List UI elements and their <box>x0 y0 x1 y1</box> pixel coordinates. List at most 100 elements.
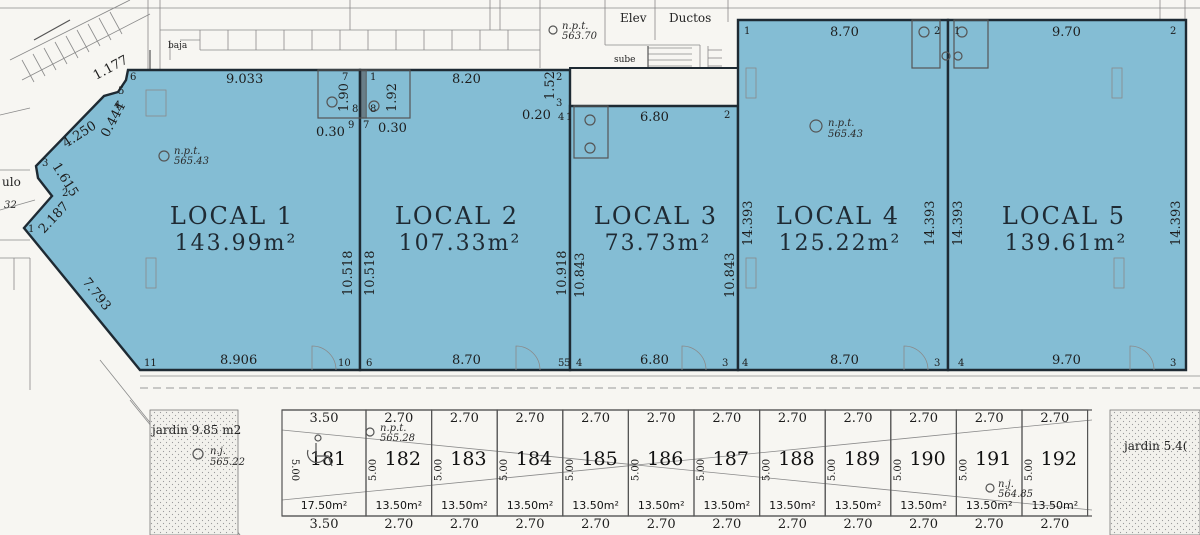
vertex-l4: 1 <box>744 26 750 37</box>
parking-number: 192 <box>1041 448 1077 470</box>
local-2-title: LOCAL 2 <box>395 202 519 230</box>
parking-number: 184 <box>516 448 552 470</box>
svg-text:n.j.: n.j. <box>210 446 226 457</box>
parking-area: 13.50m² <box>441 499 488 512</box>
parking-width-bottom: 2.70 <box>778 517 807 532</box>
vertex-l5: 3 <box>1170 358 1176 369</box>
vertex-l1: 2 <box>62 188 68 199</box>
vertex-l3: 1 <box>566 112 572 123</box>
vertex-l3: 4 <box>576 358 582 369</box>
parking-area: 13.50m² <box>572 499 619 512</box>
dim-l1-right: 10.518 <box>341 251 356 297</box>
parking-width-bottom: 2.70 <box>450 517 479 532</box>
parking-number: 181 <box>310 448 346 470</box>
svg-text:565.22: 565.22 <box>210 457 245 468</box>
local-1-area-label: 143.99m² <box>175 231 298 256</box>
parking-area: 13.50m² <box>638 499 685 512</box>
vertex-l2: 8 <box>370 104 376 115</box>
vertex-l2: 4 <box>558 112 564 123</box>
parking-depth: 5.00 <box>696 459 707 481</box>
parking-depth: 5.00 <box>827 459 838 481</box>
svg-text:n.p.t.: n.p.t. <box>828 118 854 129</box>
parking-depth: 5.00 <box>565 459 576 481</box>
elevator-label: Elev <box>620 11 647 25</box>
svg-text:565.28: 565.28 <box>380 433 415 444</box>
parking-width-top: 2.70 <box>975 411 1004 426</box>
parking-depth: 5.00 <box>289 459 300 481</box>
dim-l4-right: 14.393 <box>923 201 938 247</box>
parking-number: 186 <box>647 448 683 470</box>
stairs-up-label: sube <box>614 55 636 65</box>
dim-l2-bath-b: 0.30 <box>378 121 407 136</box>
vertex-l2: 3 <box>556 98 562 109</box>
vertex-l4: 2 <box>934 26 940 37</box>
dim-l2-top: 8.20 <box>452 72 481 87</box>
garden-right-label: jardin 5.4( <box>1122 439 1187 453</box>
parking-depth: 5.00 <box>630 459 641 481</box>
vertex-l1: 7 <box>342 72 348 83</box>
dim-l5-top: 9.70 <box>1052 25 1081 40</box>
parking-width-top: 2.70 <box>647 411 676 426</box>
parking-area: 13.50m² <box>375 499 422 512</box>
vertex-l5: 1 <box>954 26 960 37</box>
dim-l4-left: 14.393 <box>741 201 756 247</box>
parking-width-bottom: 2.70 <box>647 517 676 532</box>
parking-depth: 5.00 <box>958 459 969 481</box>
garden-left-label: jardin 9.85 m2 <box>150 423 241 437</box>
parking-width-top: 3.50 <box>310 411 339 426</box>
vertex-l1: 8 <box>352 104 358 115</box>
vertex-l2: 7 <box>363 120 369 131</box>
local-5-area <box>946 18 1188 372</box>
parking-area: 13.50m² <box>966 499 1013 512</box>
parking-number: 190 <box>909 448 945 470</box>
dim-l1-bath-b: 0.30 <box>316 125 345 140</box>
vertex-l1: 3 <box>42 158 48 169</box>
parking-width-top: 2.70 <box>909 411 938 426</box>
dim-l3-left: 10.843 <box>573 253 588 299</box>
dim-l2-bath-a: 1.92 <box>385 83 400 112</box>
vertex-l5: 2 <box>1170 26 1176 37</box>
local-2-area-label: 107.33m² <box>399 231 522 256</box>
vertex-l3: 2 <box>724 110 730 121</box>
vertex-l1: 10 <box>338 358 351 369</box>
parking-width-top: 2.70 <box>844 411 873 426</box>
local-4-area-label: 125.22m² <box>779 231 902 256</box>
local-1-title: LOCAL 1 <box>170 202 294 230</box>
vertex-l5: 4 <box>958 358 964 369</box>
dim-l5-left: 14.393 <box>951 201 966 247</box>
parking-depth: 5.00 <box>762 459 773 481</box>
parking-width-bottom: 2.70 <box>844 517 873 532</box>
parking-width-top: 2.70 <box>1040 411 1069 426</box>
dim-l3-top: 6.80 <box>640 110 669 125</box>
parking-number: 188 <box>778 448 814 470</box>
level-marker-191: n.j. 564.85 <box>985 479 1033 500</box>
parking-width-bottom: 2.70 <box>1040 517 1069 532</box>
parking-depth: 5.00 <box>434 459 445 481</box>
vertex-l4: 3 <box>934 358 940 369</box>
local-4-title: LOCAL 4 <box>776 202 900 230</box>
parking-area: 13.50m² <box>835 499 882 512</box>
parking-depth: 5.00 <box>499 459 510 481</box>
level-marker-parking: n.p.t. 565.28 <box>365 423 415 444</box>
parking-depth: 5.00 <box>893 459 904 481</box>
svg-text:564.85: 564.85 <box>998 489 1033 500</box>
parking-depth: 5.00 <box>1024 459 1035 481</box>
service-corridor <box>569 67 739 107</box>
parking-width-top: 2.70 <box>581 411 610 426</box>
dim-l4-bottom: 8.70 <box>830 353 859 368</box>
parking-depth: 5.00 <box>368 459 379 481</box>
local-5-title: LOCAL 5 <box>1002 202 1126 230</box>
parking-number: 191 <box>975 448 1011 470</box>
dim-l4-top: 8.70 <box>830 25 859 40</box>
ducts-label: Ductos <box>669 11 711 25</box>
vertex-l4: 4 <box>742 358 748 369</box>
svg-text:565.43: 565.43 <box>174 156 209 167</box>
level-marker-top: n.p.t. 563.70 <box>548 21 598 42</box>
parking-number: 185 <box>581 448 617 470</box>
dim-l2-step-h: 0.20 <box>522 108 551 123</box>
dim-l2-bottom: 8.70 <box>452 353 481 368</box>
parking-width-top: 2.70 <box>712 411 741 426</box>
dim-l1-bath-a: 1.90 <box>337 83 352 112</box>
parking-area: 13.50m² <box>769 499 816 512</box>
dim-l5-bottom: 9.70 <box>1052 353 1081 368</box>
